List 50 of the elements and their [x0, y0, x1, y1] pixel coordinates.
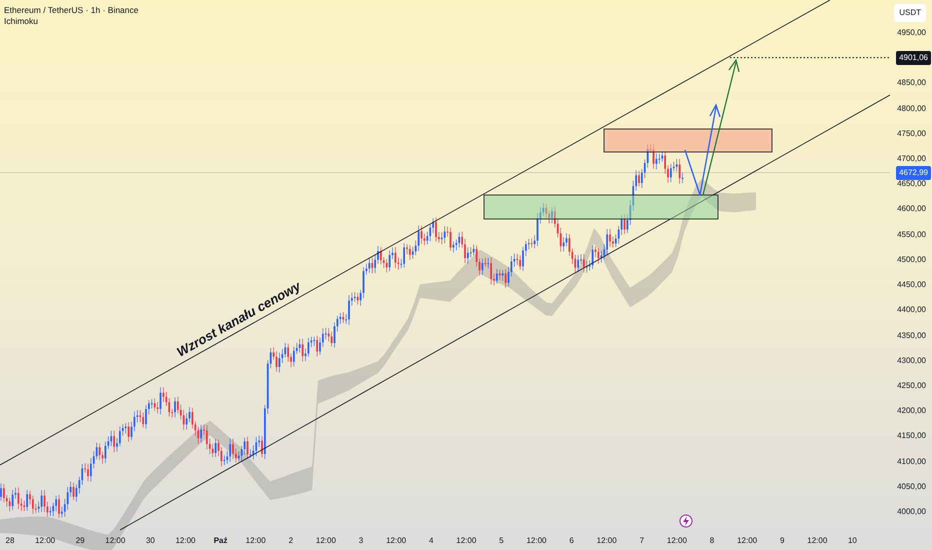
price-label: 4050,00: [897, 480, 926, 493]
currency-button[interactable]: USDT: [894, 4, 926, 22]
time-label: 12:00: [526, 535, 547, 547]
time-label: 12:00: [246, 535, 266, 547]
price-label: 4250,00: [897, 380, 926, 392]
time-label: 12:00: [316, 535, 336, 547]
time-label: 28: [6, 535, 14, 547]
price-tag: 4672,99: [896, 166, 931, 180]
time-label: 12:00: [737, 535, 758, 547]
time-label: 12:00: [386, 535, 406, 547]
time-label: 30: [146, 535, 155, 547]
price-label: 4450,00: [897, 279, 926, 292]
price-label: 4550,00: [897, 228, 926, 241]
time-label: 5: [499, 535, 504, 547]
time-label: 6: [569, 535, 574, 547]
time-label: 12:00: [596, 535, 617, 547]
time-label: 12:00: [35, 535, 56, 547]
time-label: 29: [76, 535, 85, 547]
time-label: 7: [640, 535, 644, 547]
time-label: 9: [780, 535, 784, 547]
time-label: 3: [358, 535, 364, 547]
time-label: 12:00: [105, 535, 126, 547]
time-label: 12:00: [456, 535, 476, 547]
time-label: 8: [710, 535, 714, 547]
time-label: 12:00: [807, 535, 828, 547]
indicator-label: Ichimoku: [4, 16, 40, 28]
price-label: 4350,00: [897, 330, 926, 342]
time-label: 4: [428, 535, 434, 547]
chart-title: Ethereum / TetherUS · 1h · Binance: [4, 5, 138, 16]
time-label: 12:00: [666, 535, 687, 547]
price-label: 4400,00: [897, 304, 926, 316]
lightning-icon[interactable]: [680, 514, 692, 528]
price-label: 4850,00: [897, 77, 926, 90]
price-label: 4300,00: [897, 354, 926, 367]
time-label: Paź: [214, 535, 228, 547]
price-label: 4500,00: [897, 254, 926, 266]
price-label: 4600,00: [897, 203, 926, 216]
price-label: 4800,00: [897, 102, 926, 115]
price-label: 4650,00: [897, 178, 926, 190]
price-label: 4150,00: [897, 430, 926, 442]
price-label: 4000,00: [897, 506, 926, 518]
price-label: 4750,00: [897, 128, 926, 140]
price-label: 4700,00: [897, 153, 926, 166]
time-label: 12:00: [175, 535, 196, 547]
time-label: 2: [288, 535, 294, 547]
time-label: 10: [848, 535, 857, 547]
price-tag: 4901,06: [896, 50, 931, 65]
price-label: 4200,00: [897, 405, 926, 418]
price-label: 4950,00: [897, 27, 926, 39]
price-label: 4100,00: [897, 456, 926, 468]
